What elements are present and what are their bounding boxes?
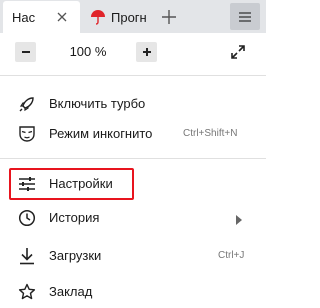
tab-active[interactable]: Нас	[3, 1, 80, 33]
tab-label: Прогн	[111, 9, 147, 25]
new-tab-button[interactable]	[158, 6, 180, 28]
highlight-frame	[9, 168, 134, 200]
fullscreen-arrows-icon	[231, 45, 245, 59]
zoom-row: 100 %	[0, 33, 266, 73]
umbrella-icon	[89, 8, 107, 26]
minus-icon	[21, 51, 30, 53]
tab-inactive[interactable]: Прогн	[83, 1, 153, 33]
zoom-level: 100 %	[69, 44, 107, 59]
submenu-arrow-icon	[236, 212, 244, 225]
menu-item-label: Режим инкогнито	[49, 126, 153, 141]
tab-label: Нас	[12, 9, 36, 25]
menu-item-incognito[interactable]: Режим инкогнито Ctrl+Shift+N	[0, 116, 266, 152]
menu-item-history[interactable]: История	[0, 200, 266, 236]
shortcut-label: Ctrl+Shift+N	[183, 128, 238, 139]
close-icon[interactable]	[53, 8, 71, 26]
menu-button[interactable]	[230, 3, 260, 30]
menu-item-label: История	[49, 210, 100, 225]
menu-item-label: Заклад	[49, 284, 93, 299]
menu-item-label: Загрузки	[49, 248, 102, 263]
fullscreen-button[interactable]	[227, 41, 249, 63]
plus-icon	[142, 48, 151, 56]
hamburger-icon	[239, 11, 251, 22]
menu-item-downloads[interactable]: Загрузки Ctrl+J	[0, 238, 266, 274]
tab-bar: Нас Прогн	[0, 0, 266, 33]
star-icon	[17, 282, 37, 302]
download-icon	[17, 246, 37, 266]
plus-icon	[162, 10, 176, 24]
zoom-out-button[interactable]	[15, 42, 36, 62]
menu-item-label: Включить турбо	[49, 96, 146, 111]
clock-icon	[17, 208, 37, 228]
divider	[0, 158, 266, 159]
rocket-icon	[17, 94, 37, 114]
zoom-in-button[interactable]	[136, 42, 157, 62]
divider	[0, 75, 266, 76]
menu-item-bookmarks[interactable]: Заклад	[0, 274, 266, 308]
incognito-mask-icon	[17, 124, 37, 144]
shortcut-label: Ctrl+J	[218, 250, 245, 261]
